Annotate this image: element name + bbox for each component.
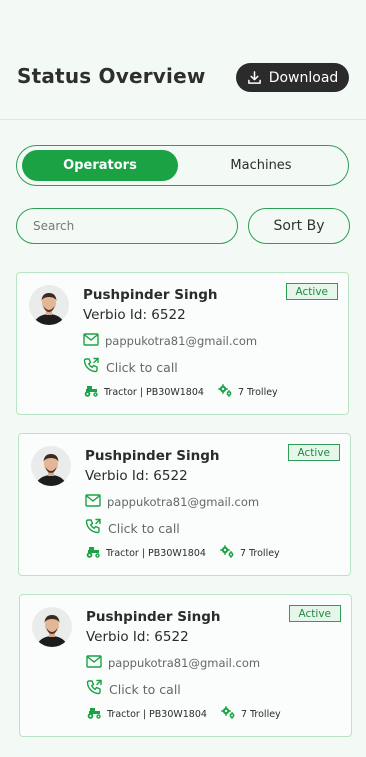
operator-name: Pushpinder Singh: [85, 448, 220, 464]
vehicle-info: Tractor | PB30W1804 7 Trolley: [86, 706, 281, 722]
operator-email: pappukotra81@gmail.com: [107, 495, 260, 509]
operator-verbio-id: Verbio Id: 6522: [86, 629, 189, 645]
view-toggle: Operators Machines: [16, 145, 349, 186]
mail-icon: [85, 494, 101, 510]
header: Status Overview Download: [0, 0, 366, 120]
tractor-icon: [85, 546, 101, 561]
operator-card[interactable]: Pushpinder Singh Verbio Id: 6522 Active …: [18, 433, 351, 576]
avatar: [31, 446, 71, 486]
email-row[interactable]: pappukotra81@gmail.com: [85, 494, 259, 510]
email-row[interactable]: pappukotra81@gmail.com: [83, 333, 257, 349]
email-row[interactable]: pappukotra81@gmail.com: [86, 655, 260, 671]
vehicle-info: Tractor | PB30W1804 7 Trolley: [83, 384, 278, 400]
operator-email: pappukotra81@gmail.com: [108, 656, 261, 670]
vehicle-label: Tractor | PB30W1804: [107, 708, 207, 720]
mail-icon: [83, 333, 99, 349]
gears-icon: [221, 706, 236, 722]
trolley-label: 7 Trolley: [239, 547, 280, 559]
phone-icon: [83, 357, 100, 377]
phone-icon: [86, 679, 103, 699]
status-badge: Active: [285, 283, 338, 300]
status-badge: Active: [287, 444, 340, 461]
page-title: Status Overview: [17, 64, 206, 88]
download-icon: [247, 70, 262, 85]
vehicle-label: Tractor | PB30W1804: [106, 547, 206, 559]
trolley-label: 7 Trolley: [240, 708, 281, 720]
operator-card[interactable]: Pushpinder Singh Verbio Id: 6522 Active …: [16, 272, 349, 415]
vehicle-info: Tractor | PB30W1804 7 Trolley: [85, 545, 280, 561]
operator-card[interactable]: Pushpinder Singh Verbio Id: 6522 Active …: [19, 594, 352, 737]
phone-icon: [85, 518, 102, 538]
click-to-call[interactable]: Click to call: [85, 518, 180, 538]
tractor-icon: [83, 385, 99, 400]
call-label: Click to call: [106, 359, 178, 375]
sort-by-button[interactable]: Sort By: [248, 208, 350, 244]
tractor-icon: [86, 707, 102, 722]
click-to-call[interactable]: Click to call: [83, 357, 178, 377]
call-label: Click to call: [108, 520, 180, 536]
tab-operators[interactable]: Operators: [22, 150, 178, 181]
operator-verbio-id: Verbio Id: 6522: [85, 468, 188, 484]
avatar: [32, 607, 72, 647]
trolley-label: 7 Trolley: [237, 386, 278, 398]
click-to-call[interactable]: Click to call: [86, 679, 181, 699]
vehicle-label: Tractor | PB30W1804: [104, 386, 204, 398]
mail-icon: [86, 655, 102, 671]
operator-name: Pushpinder Singh: [83, 287, 218, 303]
avatar: [29, 285, 69, 325]
search-input[interactable]: [16, 208, 238, 244]
call-label: Click to call: [109, 681, 181, 697]
operator-verbio-id: Verbio Id: 6522: [83, 307, 186, 323]
operator-email: pappukotra81@gmail.com: [105, 334, 258, 348]
gears-icon: [220, 545, 235, 561]
operator-name: Pushpinder Singh: [86, 609, 221, 625]
tab-machines[interactable]: Machines: [183, 150, 339, 181]
gears-icon: [218, 384, 233, 400]
status-badge: Active: [288, 605, 341, 622]
download-button[interactable]: Download: [236, 63, 349, 92]
download-label: Download: [268, 69, 339, 86]
